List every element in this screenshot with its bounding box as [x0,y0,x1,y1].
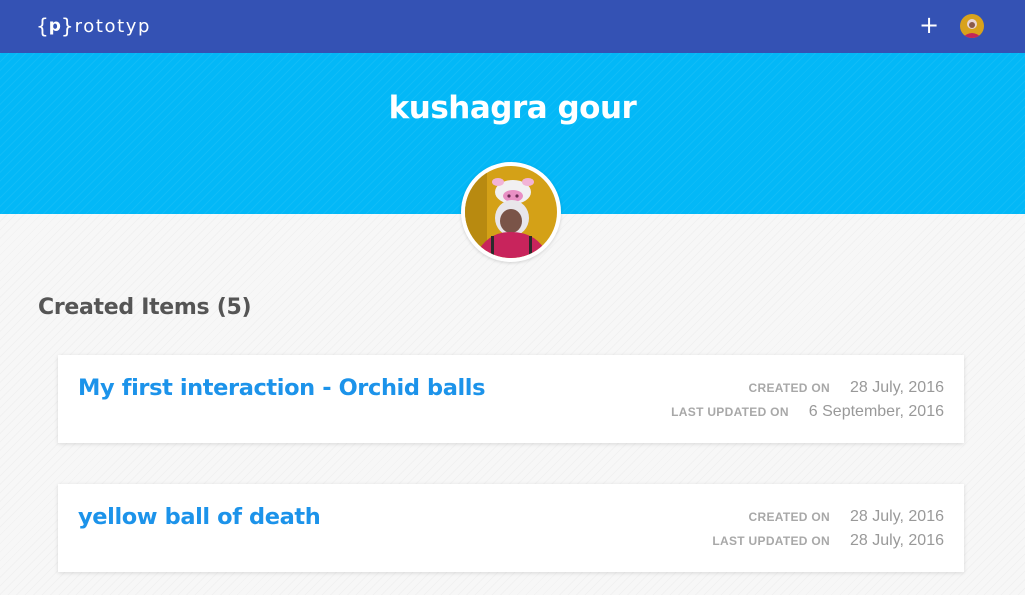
avatar-image [960,14,984,38]
prototyp-logo-icon: {p} [36,14,74,38]
item-title[interactable]: My first interaction - Orchid balls [78,375,486,401]
profile-avatar [461,162,561,262]
created-on-label: CREATED ON [748,510,830,524]
last-updated-value: 6 September, 2016 [808,403,944,420]
created-on-label: CREATED ON [748,381,830,395]
last-updated-row: LAST UPDATED ON 28 July, 2016 [712,532,944,550]
top-navbar: {p} rototyp + [0,0,1025,53]
app-logo[interactable]: {p} rototyp [36,12,151,40]
last-updated-row: LAST UPDATED ON 6 September, 2016 [671,403,944,421]
last-updated-value: 28 July, 2016 [850,532,944,549]
created-items-heading: Created Items (5) [38,295,252,320]
logo-text: rototyp [74,15,152,37]
user-menu-avatar[interactable] [960,14,984,38]
profile-name: kushagra gour [388,90,637,126]
logo-brace-right: } [60,14,74,38]
created-on-value: 28 July, 2016 [850,508,944,525]
created-on-row: CREATED ON 28 July, 2016 [749,379,944,397]
add-button[interactable]: + [918,11,940,39]
item-card[interactable]: My first interaction - Orchid balls CREA… [58,355,964,443]
item-title[interactable]: yellow ball of death [78,504,321,530]
logo-mark-letter: p [48,16,61,36]
item-card[interactable]: yellow ball of death CREATED ON 28 July,… [58,484,964,572]
last-updated-label: LAST UPDATED ON [712,534,830,548]
plus-icon: + [918,11,940,39]
profile-photo [465,166,557,258]
logo-brace-left: { [36,14,49,38]
created-on-row: CREATED ON 28 July, 2016 [749,508,944,526]
last-updated-label: LAST UPDATED ON [671,405,789,419]
created-on-value: 28 July, 2016 [850,379,944,396]
